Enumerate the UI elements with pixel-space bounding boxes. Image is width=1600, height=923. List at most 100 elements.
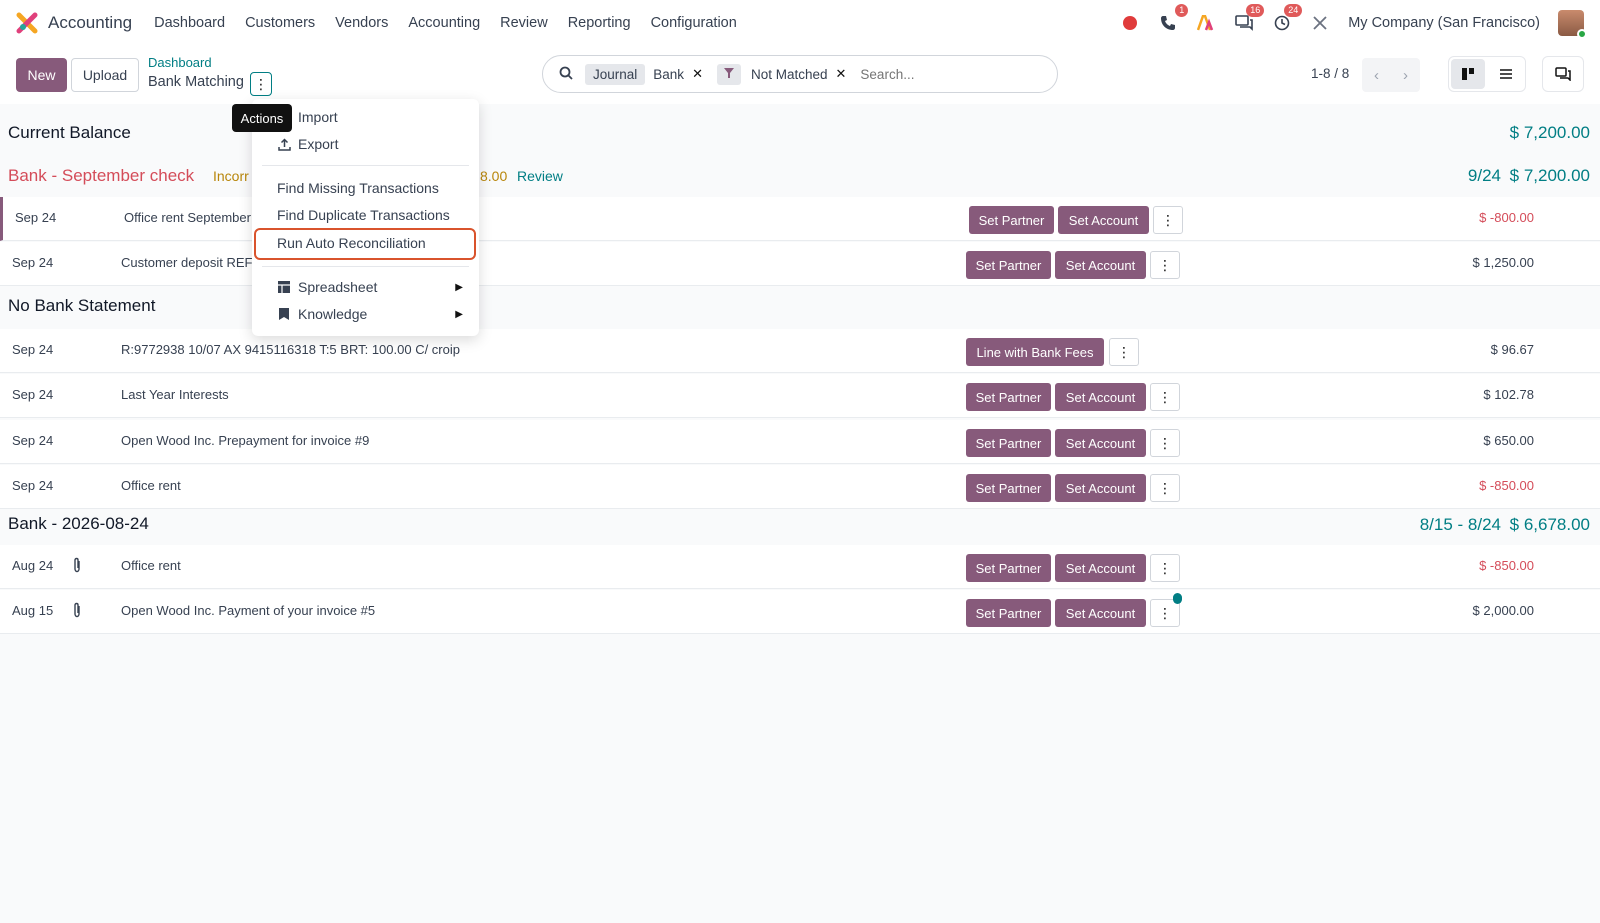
row-menu-icon[interactable]: ⋮	[1150, 554, 1180, 582]
set-account-button[interactable]: Set Account	[1055, 474, 1146, 502]
notification-dot-icon	[1173, 593, 1182, 604]
set-account-button[interactable]: Set Account	[1058, 206, 1149, 234]
menu-item-import-label: Import	[298, 109, 338, 125]
user-avatar[interactable]	[1558, 10, 1587, 39]
search-bar[interactable]: Journal Bank ✕ Not Matched ✕	[542, 55, 1058, 93]
set-partner-button[interactable]: Set Partner	[966, 383, 1051, 411]
group-total: $ 6,678.00	[1509, 515, 1590, 534]
remove-filter-facet-icon[interactable]: ✕	[836, 66, 847, 82]
view-switcher	[1448, 56, 1526, 92]
row-amount: $ 2,000.00	[1472, 603, 1534, 618]
upload-button[interactable]: Upload	[71, 58, 139, 92]
nav-review[interactable]: Review	[500, 15, 548, 31]
transaction-row[interactable]: Sep 24 R:9772938 10/07 AX 9415116318 T:5…	[0, 329, 1600, 373]
set-partner-button[interactable]: Set Partner	[966, 599, 1051, 627]
kanban-view-icon[interactable]	[1451, 59, 1485, 89]
row-menu-icon[interactable]: ⋮	[1150, 429, 1180, 457]
pager-value[interactable]: 1-8 / 8	[1311, 66, 1349, 81]
row-label: Office rent	[121, 558, 181, 573]
transaction-row[interactable]: Aug 15 Open Wood Inc. Payment of your in…	[0, 590, 1600, 634]
row-label: Office rent September	[124, 210, 251, 225]
row-label: R:9772938 10/07 AX 9415116318 T:5 BRT: 1…	[121, 342, 460, 357]
set-partner-button[interactable]: Set Partner	[966, 554, 1051, 582]
row-date: Sep 24	[12, 478, 54, 493]
transaction-row[interactable]: Sep 24 Last Year Interests Set Partner S…	[0, 374, 1600, 418]
phone-icon[interactable]: 1	[1158, 4, 1189, 33]
row-menu-icon[interactable]: ⋮	[1150, 474, 1180, 502]
remove-journal-facet-icon[interactable]: ✕	[692, 66, 703, 82]
review-link[interactable]: Review	[517, 168, 563, 184]
group-warning-text: Incorr	[213, 168, 249, 184]
activities-badge: 24	[1284, 4, 1303, 17]
pager-next-icon[interactable]: ›	[1403, 67, 1408, 84]
menu-item-spreadsheet[interactable]: Spreadsheet	[276, 279, 377, 295]
nav-reporting[interactable]: Reporting	[568, 15, 631, 31]
row-date: Aug 24	[12, 558, 54, 573]
menu-item-export[interactable]: Export	[276, 136, 338, 152]
set-account-button[interactable]: Set Account	[1055, 599, 1146, 627]
activities-clock-icon[interactable]: 24	[1272, 4, 1303, 33]
new-button[interactable]: New	[16, 58, 67, 92]
transaction-row[interactable]: Sep 24 Customer deposit REF Set Partner …	[0, 242, 1600, 286]
actions-dropdown-menu: Import Export Find Missing Transactions …	[252, 99, 479, 336]
row-label: Open Wood Inc. Payment of your invoice #…	[121, 603, 376, 618]
set-partner-button[interactable]: Set Partner	[966, 474, 1051, 502]
transaction-row[interactable]: Sep 24 Office rent Set Partner Set Accou…	[0, 465, 1600, 509]
app-name[interactable]: Accounting	[48, 13, 132, 33]
nav-vendors[interactable]: Vendors	[335, 15, 388, 31]
menu-item-knowledge[interactable]: Knowledge	[276, 306, 367, 322]
top-navbar: Accounting Dashboard Customers Vendors A…	[0, 0, 1600, 46]
nav-accounting[interactable]: Accounting	[408, 15, 480, 31]
pager-nav: ‹ ›	[1362, 58, 1420, 92]
set-account-button[interactable]: Set Account	[1055, 429, 1146, 457]
company-switcher[interactable]: My Company (San Francisco)	[1348, 15, 1540, 31]
tools-icon[interactable]	[1310, 13, 1330, 33]
list-view-icon[interactable]	[1489, 59, 1523, 89]
menu-item-find-duplicate-transactions[interactable]: Find Duplicate Transactions	[277, 207, 450, 223]
accounting-app-icon[interactable]	[16, 12, 38, 34]
group-date-range: 8/15 - 8/24	[1419, 515, 1501, 534]
transaction-row[interactable]: Aug 24 Office rent Set Partner Set Accou…	[0, 545, 1600, 589]
spreadsheet-icon	[276, 280, 292, 294]
row-menu-icon[interactable]: ⋮	[1109, 338, 1139, 366]
transaction-row[interactable]: Sep 24 Office rent September Set Partner…	[0, 197, 1600, 241]
messages-icon[interactable]: 16	[1234, 4, 1265, 33]
online-status-icon	[1577, 29, 1587, 39]
nav-configuration[interactable]: Configuration	[651, 15, 737, 31]
group-header-bank-2026-08-24[interactable]: Bank - 2026-08-24	[8, 514, 149, 534]
search-input[interactable]	[860, 66, 1021, 82]
actions-kebab-button[interactable]: ⋮	[250, 72, 272, 96]
line-with-bank-fees-button[interactable]: Line with Bank Fees	[966, 338, 1104, 366]
nav-dashboard[interactable]: Dashboard	[154, 15, 225, 31]
row-amount: $ 102.78	[1483, 387, 1534, 402]
row-date: Sep 24	[12, 342, 54, 357]
menu-divider	[262, 165, 469, 166]
menu-item-find-missing-transactions[interactable]: Find Missing Transactions	[277, 180, 439, 196]
row-date: Sep 24	[12, 433, 54, 448]
set-account-button[interactable]: Set Account	[1055, 554, 1146, 582]
row-amount: $ 96.67	[1490, 342, 1534, 357]
ai-icon[interactable]	[1196, 13, 1216, 33]
attachment-paperclip-icon[interactable]	[72, 557, 82, 577]
menu-item-run-auto-reconciliation[interactable]: Run Auto Reconciliation	[277, 235, 426, 251]
set-partner-button[interactable]: Set Partner	[966, 429, 1051, 457]
set-account-button[interactable]: Set Account	[1055, 251, 1146, 279]
row-menu-icon[interactable]: ⋮	[1150, 251, 1180, 279]
group-header-september-check[interactable]: Bank - September check	[8, 166, 194, 186]
recording-dot-icon[interactable]	[1120, 13, 1140, 33]
submenu-caret-icon: ▶	[455, 282, 463, 293]
nav-customers[interactable]: Customers	[245, 15, 315, 31]
pager-previous-icon[interactable]: ‹	[1374, 67, 1379, 84]
set-partner-button[interactable]: Set Partner	[969, 206, 1054, 234]
attachment-paperclip-icon[interactable]	[72, 602, 82, 622]
set-account-button[interactable]: Set Account	[1055, 383, 1146, 411]
group-header-no-bank-statement[interactable]: No Bank Statement	[8, 296, 155, 316]
row-menu-icon[interactable]: ⋮	[1150, 383, 1180, 411]
facet-journal-label: Journal	[585, 63, 646, 85]
chatter-toggle-icon[interactable]	[1542, 56, 1584, 92]
transaction-row[interactable]: Sep 24 Open Wood Inc. Prepayment for inv…	[0, 420, 1600, 464]
set-partner-button[interactable]: Set Partner	[966, 251, 1051, 279]
submenu-caret-icon: ▶	[455, 309, 463, 320]
row-menu-icon[interactable]: ⋮	[1153, 206, 1183, 234]
breadcrumb-dashboard[interactable]: Dashboard	[148, 55, 212, 70]
